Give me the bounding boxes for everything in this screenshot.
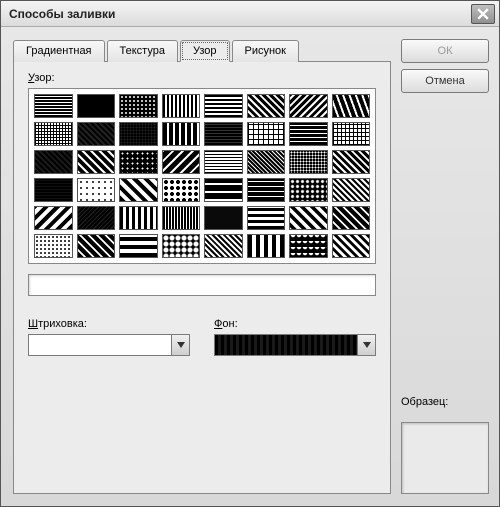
fill-effects-dialog: Способы заливки Градиентная Текстура Узо… — [0, 0, 500, 507]
ok-button[interactable]: ОК — [401, 39, 489, 63]
pattern-swatch[interactable] — [162, 206, 201, 230]
background-group: Фон: — [214, 318, 376, 356]
pattern-swatch[interactable] — [332, 206, 371, 230]
foreground-combo[interactable] — [28, 334, 190, 356]
sample-label: Образец: — [401, 396, 489, 408]
pattern-swatch[interactable] — [34, 94, 73, 118]
pattern-swatch[interactable] — [289, 122, 328, 146]
foreground-group: Штриховка: — [28, 318, 190, 356]
foreground-value — [29, 335, 171, 355]
pattern-grid — [34, 94, 370, 258]
pattern-swatch[interactable] — [34, 234, 73, 258]
pattern-swatch[interactable] — [119, 150, 158, 174]
tab-picture[interactable]: Рисунок — [232, 40, 300, 62]
pattern-swatch[interactable] — [332, 150, 371, 174]
color-row: Штриховка: Фон: — [28, 318, 376, 356]
pattern-swatch[interactable] — [77, 150, 116, 174]
foreground-label: Штриховка: — [28, 318, 190, 330]
pattern-swatch[interactable] — [204, 122, 243, 146]
pattern-swatch[interactable] — [77, 178, 116, 202]
pattern-swatch[interactable] — [34, 122, 73, 146]
pattern-swatch[interactable] — [34, 178, 73, 202]
pattern-swatch[interactable] — [77, 206, 116, 230]
tab-pattern[interactable]: Узор — [180, 40, 230, 62]
pattern-swatch[interactable] — [77, 94, 116, 118]
pattern-swatch[interactable] — [34, 206, 73, 230]
pattern-swatch[interactable] — [204, 178, 243, 202]
tab-texture[interactable]: Текстура — [107, 40, 178, 62]
chevron-down-icon — [363, 342, 371, 348]
pattern-swatch[interactable] — [162, 94, 201, 118]
pattern-swatch[interactable] — [119, 122, 158, 146]
cancel-button[interactable]: Отмена — [401, 69, 489, 93]
tab-panel-pattern: Узор: — [13, 61, 391, 494]
dialog-body: Градиентная Текстура Узор Рисунок Узор: — [1, 27, 499, 506]
pattern-swatch[interactable] — [289, 206, 328, 230]
left-column: Градиентная Текстура Узор Рисунок Узор: — [13, 39, 391, 494]
pattern-swatch[interactable] — [119, 234, 158, 258]
background-combo[interactable] — [214, 334, 376, 356]
pattern-swatch[interactable] — [247, 94, 286, 118]
pattern-swatch[interactable] — [162, 122, 201, 146]
pattern-swatch[interactable] — [332, 94, 371, 118]
background-label: Фон: — [214, 318, 376, 330]
pattern-swatch[interactable] — [162, 178, 201, 202]
pattern-swatch[interactable] — [77, 122, 116, 146]
pattern-swatch[interactable] — [119, 206, 158, 230]
pattern-swatch[interactable] — [289, 150, 328, 174]
pattern-name-field — [28, 274, 376, 296]
background-dropdown-arrow[interactable] — [357, 335, 375, 355]
right-column: ОК Отмена Образец: — [401, 39, 489, 494]
pattern-swatch[interactable] — [162, 234, 201, 258]
pattern-swatch[interactable] — [119, 178, 158, 202]
close-icon — [477, 8, 489, 20]
pattern-swatch[interactable] — [289, 178, 328, 202]
tab-strip: Градиентная Текстура Узор Рисунок — [13, 39, 391, 61]
pattern-swatch[interactable] — [119, 94, 158, 118]
pattern-label: Узор: — [28, 72, 376, 84]
pattern-swatch[interactable] — [204, 206, 243, 230]
chevron-down-icon — [177, 342, 185, 348]
pattern-swatch[interactable] — [332, 122, 371, 146]
pattern-swatch[interactable] — [162, 150, 201, 174]
close-button[interactable] — [471, 4, 495, 24]
sample-preview — [401, 422, 489, 494]
pattern-swatch[interactable] — [247, 122, 286, 146]
pattern-swatch[interactable] — [204, 94, 243, 118]
tab-gradient[interactable]: Градиентная — [13, 40, 105, 62]
pattern-swatch[interactable] — [204, 234, 243, 258]
pattern-swatch[interactable] — [34, 150, 73, 174]
pattern-swatch[interactable] — [289, 234, 328, 258]
foreground-dropdown-arrow[interactable] — [171, 335, 189, 355]
pattern-grid-frame — [28, 88, 376, 264]
pattern-swatch[interactable] — [247, 234, 286, 258]
titlebar: Способы заливки — [1, 1, 499, 27]
pattern-swatch[interactable] — [204, 150, 243, 174]
pattern-swatch[interactable] — [332, 234, 371, 258]
pattern-swatch[interactable] — [289, 94, 328, 118]
window-title: Способы заливки — [9, 7, 471, 21]
pattern-swatch[interactable] — [247, 178, 286, 202]
pattern-swatch[interactable] — [247, 206, 286, 230]
background-value — [215, 335, 357, 355]
pattern-swatch[interactable] — [332, 178, 371, 202]
pattern-swatch[interactable] — [247, 150, 286, 174]
pattern-swatch[interactable] — [77, 234, 116, 258]
